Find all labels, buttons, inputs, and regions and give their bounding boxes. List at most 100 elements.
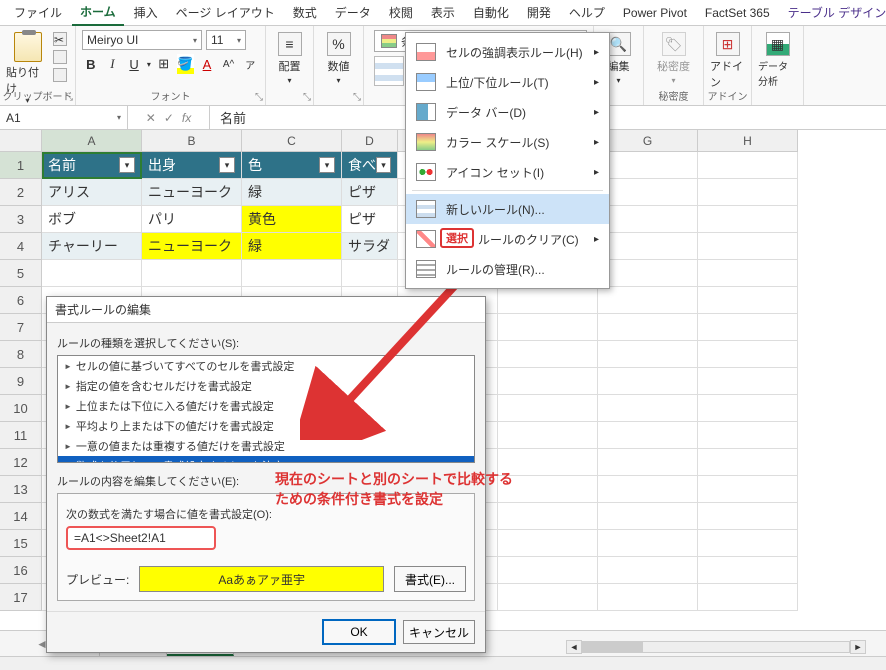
cell[interactable]: [598, 179, 698, 206]
cell[interactable]: [698, 530, 798, 557]
tab-view[interactable]: 表示: [423, 0, 463, 25]
cell[interactable]: [698, 368, 798, 395]
tab-factset[interactable]: FactSet 365: [697, 2, 778, 24]
addins-button[interactable]: ⊞ アドイン: [710, 28, 745, 90]
cf-new-rule[interactable]: 新しいルール(N)...: [406, 194, 609, 224]
row-header-16[interactable]: 16: [0, 557, 42, 584]
cell[interactable]: 色▾: [242, 152, 342, 179]
cell[interactable]: [498, 287, 598, 314]
tab-insert[interactable]: 挿入: [126, 0, 166, 25]
cell[interactable]: [598, 584, 698, 611]
cell[interactable]: [498, 476, 598, 503]
tab-file[interactable]: ファイル: [6, 0, 70, 25]
format-painter-icon[interactable]: [53, 68, 67, 82]
horizontal-scrollbar[interactable]: ◄ ►: [566, 640, 866, 654]
cell[interactable]: [598, 530, 698, 557]
cell[interactable]: 緑: [242, 179, 342, 206]
cell[interactable]: [342, 260, 398, 287]
cell[interactable]: [698, 287, 798, 314]
row-header-1[interactable]: 1: [0, 152, 42, 179]
rule-type-option[interactable]: 数式を使用して、書式設定するセルを決定: [58, 456, 474, 463]
cell[interactable]: 名前▾: [42, 152, 142, 179]
format-as-table-icon[interactable]: [374, 56, 404, 86]
tab-data[interactable]: データ: [327, 0, 379, 25]
tab-formulas[interactable]: 数式: [285, 0, 325, 25]
cell[interactable]: [598, 341, 698, 368]
row-header-6[interactable]: 6: [0, 287, 42, 314]
copy-icon[interactable]: [53, 50, 67, 64]
filter-dropdown-icon[interactable]: ▾: [319, 157, 335, 173]
row-header-4[interactable]: 4: [0, 233, 42, 260]
cell[interactable]: [498, 368, 598, 395]
number-format-button[interactable]: % 数値 ▾: [320, 28, 357, 85]
align-launcher[interactable]: ⤡: [303, 92, 311, 103]
sensitivity-button[interactable]: 🏷 秘密度 ▾: [650, 28, 697, 85]
rule-type-option[interactable]: セルの値に基づいてすべてのセルを書式設定: [58, 356, 474, 376]
cell[interactable]: [498, 557, 598, 584]
cell[interactable]: [498, 395, 598, 422]
cell[interactable]: [598, 152, 698, 179]
alignment-button[interactable]: ≡ 配置 ▾: [272, 28, 307, 85]
cell[interactable]: [698, 179, 798, 206]
name-box[interactable]: A1 ▾: [0, 106, 128, 129]
cell[interactable]: [498, 314, 598, 341]
cell[interactable]: 食べ▾: [342, 152, 398, 179]
cf-clear-rules[interactable]: 選択 ルールのクリア(C) ▸: [406, 224, 609, 254]
scroll-left-icon[interactable]: ◄: [566, 640, 582, 654]
tab-automation[interactable]: 自動化: [465, 0, 517, 25]
cut-icon[interactable]: ✂: [53, 32, 67, 46]
cell[interactable]: [698, 449, 798, 476]
cell[interactable]: [698, 584, 798, 611]
italic-button[interactable]: I: [104, 54, 122, 74]
cell[interactable]: [698, 152, 798, 179]
rule-type-option[interactable]: 指定の値を含むセルだけを書式設定: [58, 376, 474, 396]
column-header-B[interactable]: B: [142, 130, 242, 152]
increase-font-icon[interactable]: A^: [220, 54, 238, 74]
clipboard-launcher[interactable]: ⤡: [65, 92, 73, 103]
row-header-11[interactable]: 11: [0, 422, 42, 449]
cell[interactable]: [598, 449, 698, 476]
rule-type-option[interactable]: 平均より上または下の値だけを書式設定: [58, 416, 474, 436]
cell[interactable]: [598, 368, 698, 395]
row-header-7[interactable]: 7: [0, 314, 42, 341]
column-header-G[interactable]: G: [598, 130, 698, 152]
rule-type-option[interactable]: 一意の値または重複する値だけを書式設定: [58, 436, 474, 456]
font-color-button[interactable]: A: [198, 54, 216, 74]
cell[interactable]: [598, 503, 698, 530]
filter-dropdown-icon[interactable]: ▾: [119, 157, 135, 173]
number-launcher[interactable]: ⤡: [353, 92, 361, 103]
tab-home[interactable]: ホーム: [72, 0, 124, 26]
enter-fx-icon[interactable]: ✓: [164, 111, 174, 125]
ok-button[interactable]: OK: [323, 620, 395, 644]
column-header-H[interactable]: H: [698, 130, 798, 152]
cell[interactable]: [698, 395, 798, 422]
cancel-button[interactable]: キャンセル: [403, 620, 475, 644]
filter-dropdown-icon[interactable]: ▾: [376, 157, 391, 173]
cell[interactable]: 緑: [242, 233, 342, 260]
row-header-17[interactable]: 17: [0, 584, 42, 611]
cell[interactable]: [598, 422, 698, 449]
row-header-13[interactable]: 13: [0, 476, 42, 503]
column-header-D[interactable]: D: [342, 130, 398, 152]
cf-highlight-rules[interactable]: セルの強調表示ルール(H) ▸: [406, 37, 609, 67]
cf-icon-sets[interactable]: アイコン セット(I) ▸: [406, 157, 609, 187]
cell[interactable]: 出身▾: [142, 152, 242, 179]
cell[interactable]: ピザ: [342, 179, 398, 206]
row-header-10[interactable]: 10: [0, 395, 42, 422]
tab-help[interactable]: ヘルプ: [561, 0, 613, 25]
cell[interactable]: パリ: [142, 206, 242, 233]
scroll-right-icon[interactable]: ►: [850, 640, 866, 654]
cell[interactable]: [698, 314, 798, 341]
tab-review[interactable]: 校閲: [381, 0, 421, 25]
cell[interactable]: [698, 341, 798, 368]
cell[interactable]: ピザ: [342, 206, 398, 233]
cell[interactable]: [698, 422, 798, 449]
underline-button[interactable]: U: [125, 54, 143, 74]
fx-icon[interactable]: fx: [182, 111, 191, 125]
cell[interactable]: [498, 530, 598, 557]
cell[interactable]: ニューヨーク: [142, 233, 242, 260]
cell[interactable]: [698, 476, 798, 503]
cell[interactable]: [698, 206, 798, 233]
font-launcher[interactable]: ⤡: [255, 92, 263, 103]
tab-tabledesign[interactable]: テーブル デザイン: [780, 0, 886, 25]
